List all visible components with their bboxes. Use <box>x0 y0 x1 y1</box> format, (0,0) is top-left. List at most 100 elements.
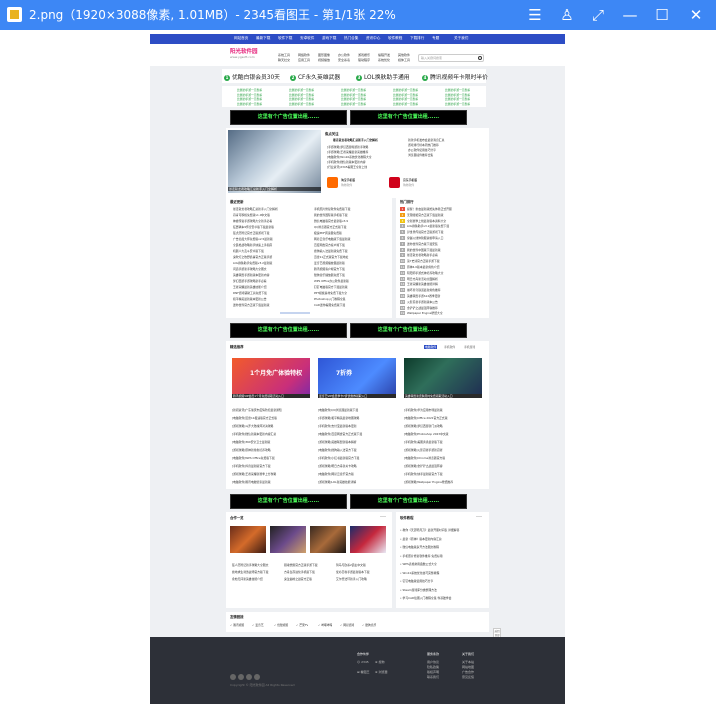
special-item[interactable]: [电脑软件]腾讯电脑管家最新版 <box>232 480 312 484</box>
hot-rank-item[interactable]: 9 暴走斩龙者攻略新手必看 <box>400 253 487 258</box>
game-thumb[interactable] <box>230 526 266 553</box>
latest-item[interactable]: CAD迷你看图免费版下载 <box>314 303 388 307</box>
news-item[interactable]: [手机软件]微信新版本更新内容 <box>327 160 407 164</box>
hot-rank-item[interactable]: 4 LOL换肤助手v3.2最新版免费下载 <box>400 224 487 229</box>
game-thumb[interactable] <box>270 526 306 553</box>
latest-item[interactable]: 神魔传说手游攻略大全新手必看 <box>233 219 309 223</box>
footer-link[interactable]: 用户协议 <box>427 660 439 664</box>
news-item[interactable]: [手游攻略]梦幻西游端游新手攻略 <box>327 145 407 149</box>
special-item[interactable]: [手机软件]华为应用市场最新版 <box>404 408 484 412</box>
special-tab[interactable]: 手机软件 <box>444 345 455 349</box>
qq-icon[interactable] <box>254 674 260 680</box>
special-item[interactable]: [手机软件]快手最新版官方下载 <box>404 472 484 476</box>
slider-dots[interactable] <box>280 312 310 314</box>
special-item[interactable]: [手机软件]微信新版本更新内容汇总 <box>232 432 312 436</box>
banner-caption[interactable]: 英雄联盟新皮肤限时免费领取活动入口 <box>404 394 482 398</box>
hot-rank-item[interactable]: 7 迷你世界官方版下载安装 <box>400 241 487 246</box>
focus-headline[interactable]: 暴走斩龙者攻略汇总新手入门全解析 <box>333 138 403 142</box>
game-item[interactable]: 猛人历险记新手攻略大全图文 <box>232 563 282 567</box>
nav-item[interactable]: 资讯中心 <box>366 36 380 41</box>
ad-banner[interactable]: 这里有个广告位置出租...... <box>350 323 467 338</box>
special-tab[interactable]: 电脑软件 <box>424 345 438 349</box>
latest-item[interactable]: 问道手游新手攻略大全图文 <box>233 267 309 271</box>
special-item[interactable]: [电脑软件]Office 2021官方正式版 <box>404 416 484 420</box>
banner-image[interactable] <box>232 358 310 398</box>
promo-item[interactable]: 4 腾讯视频年卡限时半价 <box>422 72 488 81</box>
footer-partner-link[interactable]: ⊞ 看图王 <box>357 670 369 674</box>
tutorial-item[interactable]: • 最新《原神》版本更新内容汇总 <box>400 537 486 541</box>
news-item[interactable]: [电脑软件]Win10系统优化教程大全 <box>327 155 407 159</box>
game-item[interactable]: 绝地求生刺激战场官方版下载 <box>232 570 282 574</box>
latest-item[interactable]: 酷狗音乐播放器免费下载 <box>314 273 388 277</box>
hot-rank-item[interactable]: 2 无限暖暖官方正版下载最新版 <box>400 212 487 217</box>
special-item[interactable]: [游戏攻略]原神新角色培养攻略 <box>232 448 312 452</box>
latest-item[interactable]: 和平精英最新版本更新公告 <box>233 297 309 301</box>
game-item[interactable]: 艾尔登法环新手入门攻略 <box>336 577 386 581</box>
news-item[interactable]: 游戏排行榜本周热门推荐 <box>408 143 486 147</box>
category-link[interactable]: 聊天社交 <box>278 58 290 63</box>
hot-rank-item[interactable]: 6 穿越火线体验服资格申请入口 <box>400 236 487 240</box>
special-item[interactable]: [游戏攻略]斗罗大陆魂师对决攻略 <box>232 424 312 428</box>
news-item[interactable]: 办公软件使用技巧分享 <box>408 148 486 152</box>
promo-link[interactable]: 比赛的手游一元秒杀 <box>445 88 470 92</box>
friend-link[interactable]: ✓ 腾讯视频 <box>230 623 244 627</box>
special-item[interactable]: [手机软件]小红书最新版官方下载 <box>318 456 398 460</box>
category-link[interactable]: 安全杀毒 <box>338 58 350 63</box>
footer-partner-link[interactable]: ☺ 2345 <box>357 660 369 664</box>
game-item[interactable]: 骑马与砍杀2霸主中文版 <box>336 563 386 567</box>
tutorial-item[interactable]: • 手机照片修复软件推荐 免费好用 <box>400 554 486 558</box>
footer-partner-link[interactable]: ⊕ 搜狗 <box>375 660 384 664</box>
game-item[interactable]: 猎魂觉醒官方正版手游下载 <box>284 563 334 567</box>
latest-item[interactable]: 狂野飙车9传奇安卓版下载最新版 <box>233 225 309 229</box>
special-item[interactable]: [游戏攻略]明日方舟新关卡攻略 <box>318 464 398 468</box>
hot-rank-item[interactable]: 10 第7史诗官方正版手游下载 <box>400 259 487 264</box>
promo-link[interactable]: 比赛的手游一元秒杀 <box>341 88 366 92</box>
footer-link[interactable]: 关于本站 <box>462 660 474 664</box>
special-item[interactable]: [手机软件]抖音最新版官方下载 <box>232 464 312 468</box>
promo-link[interactable]: 比赛的手游一元秒杀 <box>289 93 314 97</box>
latest-item[interactable]: 极速PDF阅读器免费版 <box>314 231 388 235</box>
hot-rank-item[interactable]: 11 原神4.0版本最新角色介绍 <box>400 265 487 269</box>
promo-link[interactable]: 比赛的手游一元秒杀 <box>445 102 470 106</box>
hot-rank-item[interactable]: 18 金铲铲之战最强阵容推荐 <box>400 305 487 310</box>
latest-item[interactable]: LOL换肤助手免费版v3.2最新版 <box>233 261 309 265</box>
tutorial-item[interactable]: • Steam游戏库分类整理方法 <box>400 588 486 592</box>
nav-item[interactable]: 软件教程 <box>388 36 402 41</box>
friend-link[interactable]: ✓ 优酷视频 <box>274 623 288 627</box>
app-icon[interactable] <box>327 177 338 188</box>
latest-item[interactable]: 广告拦截大师免费版v2.5最新版 <box>233 237 309 241</box>
friend-link[interactable]: ✓ 爱奇艺 <box>252 623 264 627</box>
game-item[interactable]: 鬼泣巅峰之战官方正版 <box>284 577 334 581</box>
news-item[interactable]: [行业资讯]2345看图王全新上线 <box>327 165 407 169</box>
promo-link[interactable]: 比赛的手游一元秒杀 <box>237 88 262 92</box>
app-name[interactable]: 京东手机版 <box>403 178 417 182</box>
tutorial-more-button[interactable]: ••• <box>476 515 482 519</box>
news-item[interactable]: [手游攻略]王者荣耀最新英雄推荐 <box>327 150 407 154</box>
latest-item[interactable]: 王者荣耀最新英雄技能介绍 <box>233 285 309 289</box>
promo-link[interactable]: 比赛的手游一元秒杀 <box>341 93 366 97</box>
ad-banner[interactable]: 这里有个广告位置出租...... <box>230 110 347 125</box>
hot-rank-item[interactable]: 12 阴阳师手游式神培养攻略大全 <box>400 270 487 275</box>
special-item[interactable]: [电脑软件]迅雷11极速版官方正式版 <box>232 416 312 420</box>
special-item[interactable]: [游戏攻略]王者荣耀新赛季上分攻略 <box>232 472 312 476</box>
category-link[interactable]: 视频播放 <box>318 58 330 63</box>
special-item[interactable]: [游戏攻略]Wallpaper Engine壁纸推荐 <box>404 480 484 484</box>
promo-link[interactable]: 比赛的手游一元秒杀 <box>289 102 314 106</box>
banner-image[interactable] <box>318 358 396 398</box>
hot-rank-item[interactable]: 14 王者荣耀新英雄技能详解 <box>400 282 487 287</box>
ad-banner[interactable]: 这里有个广告位置出租...... <box>230 494 347 509</box>
footer-link[interactable]: 广告合作 <box>462 670 474 674</box>
nav-item[interactable]: 游戏下载 <box>322 36 336 41</box>
latest-item[interactable]: 迷你世界官方正版下载最新版 <box>233 303 309 307</box>
special-item[interactable]: [游戏攻略]LOL新英雄技能详解 <box>318 480 398 484</box>
hot-rank-item[interactable]: 15 崩坏星穹铁道最新角色推荐 <box>400 288 487 293</box>
hot-rank-item[interactable]: 17 火影忍者手游新版本公告 <box>400 299 487 304</box>
category-link[interactable]: 媒体工具 <box>398 58 410 63</box>
tutorial-item[interactable]: • 钉钉电脑版使用技巧分享 <box>400 579 486 583</box>
latest-item[interactable]: 鬼吹灯之牧野诡事官方正版手游 <box>233 255 309 259</box>
games-more-button[interactable]: ••• <box>380 515 386 519</box>
game-item[interactable]: 使命召唤手游最新版本下载 <box>336 570 386 574</box>
latest-item[interactable]: 猛犬历险记官方正版游戏下载 <box>233 231 309 235</box>
hot-rank-item[interactable]: 3 全新赛季上线最新版本资料大全 <box>400 218 487 223</box>
latest-item[interactable]: 搜狗输入法最新版免费下载 <box>314 249 388 253</box>
